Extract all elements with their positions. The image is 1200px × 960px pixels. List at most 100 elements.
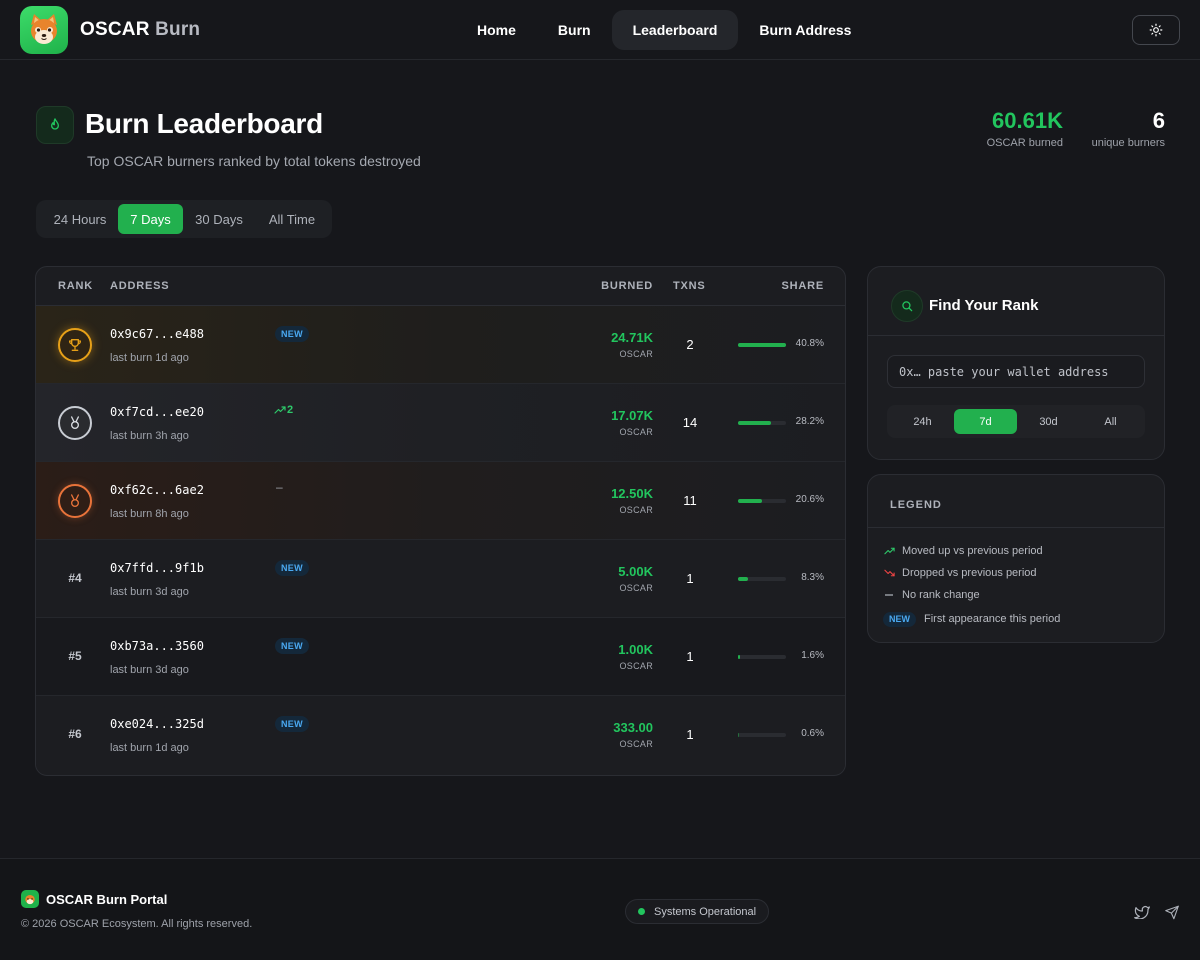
row-share: 1.6% <box>801 650 824 661</box>
column-address: ADDRESS <box>110 280 170 292</box>
row-address[interactable]: 0xb73a...3560 <box>110 639 204 653</box>
share-bar <box>738 343 786 347</box>
stat-unique-burners-value: 6 <box>1152 108 1165 133</box>
trend-up-icon <box>274 406 286 414</box>
nav-burn[interactable]: Burn <box>537 10 612 50</box>
flame-icon <box>36 106 74 144</box>
nav-leaderboard[interactable]: Leaderboard <box>611 10 739 50</box>
share-bar-fill <box>738 421 772 425</box>
row-last-burn: last burn 1d ago <box>110 352 189 364</box>
row-burned-unit: OSCAR <box>619 427 653 437</box>
telegram-icon[interactable] <box>1163 903 1181 921</box>
table-row[interactable]: #5 0xb73a...3560 last burn 3d ago NEW 1.… <box>36 618 845 696</box>
row-address[interactable]: 0xf62c...6ae2 <box>110 483 204 497</box>
row-address[interactable]: 0x9c67...e488 <box>110 327 204 341</box>
system-status-text: Systems Operational <box>654 905 757 918</box>
footer-brand-name: OSCAR Burn Portal <box>46 891 168 907</box>
nav-burn-address[interactable]: Burn Address <box>738 10 872 50</box>
legend-item-text: First appearance this period <box>924 613 1061 625</box>
trend-up-icon <box>883 547 895 555</box>
legend-item-down: Dropped vs previous period <box>883 565 1037 581</box>
share-bar <box>738 577 786 581</box>
divider <box>868 527 1164 528</box>
table-row[interactable]: 0xf7cd...ee20 last burn 3h ago 2 17.07K … <box>36 384 845 462</box>
table-row[interactable]: #6 0xe024...325d last burn 1d ago NEW 33… <box>36 696 845 774</box>
tab-24-hours[interactable]: 24 Hours <box>42 204 118 234</box>
tab-all-time[interactable]: All Time <box>256 204 328 234</box>
share-bar-fill <box>738 655 740 659</box>
shiba-logo-icon <box>20 6 68 54</box>
twitter-icon[interactable] <box>1133 903 1151 921</box>
row-txns: 1 <box>686 571 694 586</box>
find-period-30d[interactable]: 30d <box>1017 409 1080 434</box>
share-bar <box>738 421 786 425</box>
table-row[interactable]: #4 0x7ffd...9f1b last burn 3d ago NEW 5.… <box>36 540 845 618</box>
theme-toggle-button[interactable] <box>1132 15 1180 45</box>
row-last-burn: last burn 3d ago <box>110 664 189 676</box>
row-burned-unit: OSCAR <box>619 661 653 671</box>
footer-copyright: © 2026 OSCAR Ecosystem. All rights reser… <box>21 918 253 930</box>
row-address[interactable]: 0xf7cd...ee20 <box>110 405 204 419</box>
row-burned-value: 17.07K <box>611 408 653 423</box>
row-last-burn: last burn 1d ago <box>110 742 189 754</box>
find-period-24h[interactable]: 24h <box>891 409 954 434</box>
row-burned-unit: OSCAR <box>619 583 653 593</box>
brand-name: OSCAR Burn <box>80 19 200 41</box>
stat-unique-burners-label: unique burners <box>1091 137 1165 149</box>
column-burned: BURNED <box>601 280 653 292</box>
row-share: 20.6% <box>795 494 824 505</box>
column-rank: RANK <box>58 280 93 292</box>
row-txns: 1 <box>686 649 694 664</box>
table-row[interactable]: 0xf62c...6ae2 last burn 8h ago – 12.50K … <box>36 462 845 540</box>
legend-title: LEGEND <box>890 499 942 511</box>
row-txns: 2 <box>686 337 694 352</box>
share-bar-fill <box>738 733 739 737</box>
legend-item-text: Moved up vs previous period <box>902 545 1043 557</box>
row-share: 40.8% <box>795 338 824 349</box>
dash-icon <box>883 593 895 597</box>
sun-icon <box>1149 23 1163 37</box>
row-share: 28.2% <box>795 416 824 427</box>
table-header: RANK ADDRESS BURNED TXNS SHARE <box>36 267 845 306</box>
row-last-burn: last burn 3h ago <box>110 430 189 442</box>
status-dot <box>638 908 645 915</box>
row-burned-value: 12.50K <box>611 486 653 501</box>
find-rank-period-selector: 24h 7d 30d All <box>887 405 1145 438</box>
column-share: SHARE <box>781 280 824 292</box>
gold-trophy-icon <box>58 328 92 362</box>
brand[interactable]: OSCAR Burn <box>20 6 200 54</box>
bronze-medal-icon <box>58 484 92 518</box>
share-bar <box>738 499 786 503</box>
find-period-7d[interactable]: 7d <box>954 409 1017 434</box>
system-status: Systems Operational <box>625 899 770 924</box>
stat-total-burned-value: 60.61K <box>992 108 1063 133</box>
row-burned-unit: OSCAR <box>619 739 653 749</box>
table-row[interactable]: 0x9c67...e488 last burn 1d ago NEW 24.71… <box>36 306 845 384</box>
rank-change-none: – <box>276 480 283 494</box>
find-period-all[interactable]: All <box>1079 409 1142 434</box>
row-burned-value: 1.00K <box>618 642 653 657</box>
brand-name-second: Burn <box>155 19 201 40</box>
row-address[interactable]: 0xe024...325d <box>110 717 204 731</box>
row-share: 8.3% <box>801 572 824 583</box>
period-tabs: 24 Hours 7 Days 30 Days All Time <box>36 200 332 238</box>
legend-item-text: No rank change <box>902 589 980 601</box>
tab-30-days[interactable]: 30 Days <box>184 204 254 234</box>
page-title: Burn Leaderboard <box>85 108 323 139</box>
row-last-burn: last burn 8h ago <box>110 508 189 520</box>
share-bar <box>738 733 786 737</box>
legend-item-new: NEW First appearance this period <box>883 611 1060 627</box>
tab-7-days[interactable]: 7 Days <box>118 204 183 234</box>
top-navbar: OSCAR Burn Home Burn Leaderboard Burn Ad… <box>0 0 1200 60</box>
wallet-address-input[interactable] <box>887 355 1145 388</box>
legend-card: LEGEND Moved up vs previous period Dropp… <box>867 474 1165 643</box>
new-badge: NEW <box>275 560 309 576</box>
row-last-burn: last burn 3d ago <box>110 586 189 598</box>
rank-change-up: 2 <box>274 404 293 416</box>
row-burned-unit: OSCAR <box>619 349 653 359</box>
stat-total-burned-label: OSCAR burned <box>986 137 1063 149</box>
row-address[interactable]: 0x7ffd...9f1b <box>110 561 204 575</box>
share-bar-fill <box>738 343 786 347</box>
new-badge: NEW <box>275 638 309 654</box>
nav-home[interactable]: Home <box>456 10 537 50</box>
